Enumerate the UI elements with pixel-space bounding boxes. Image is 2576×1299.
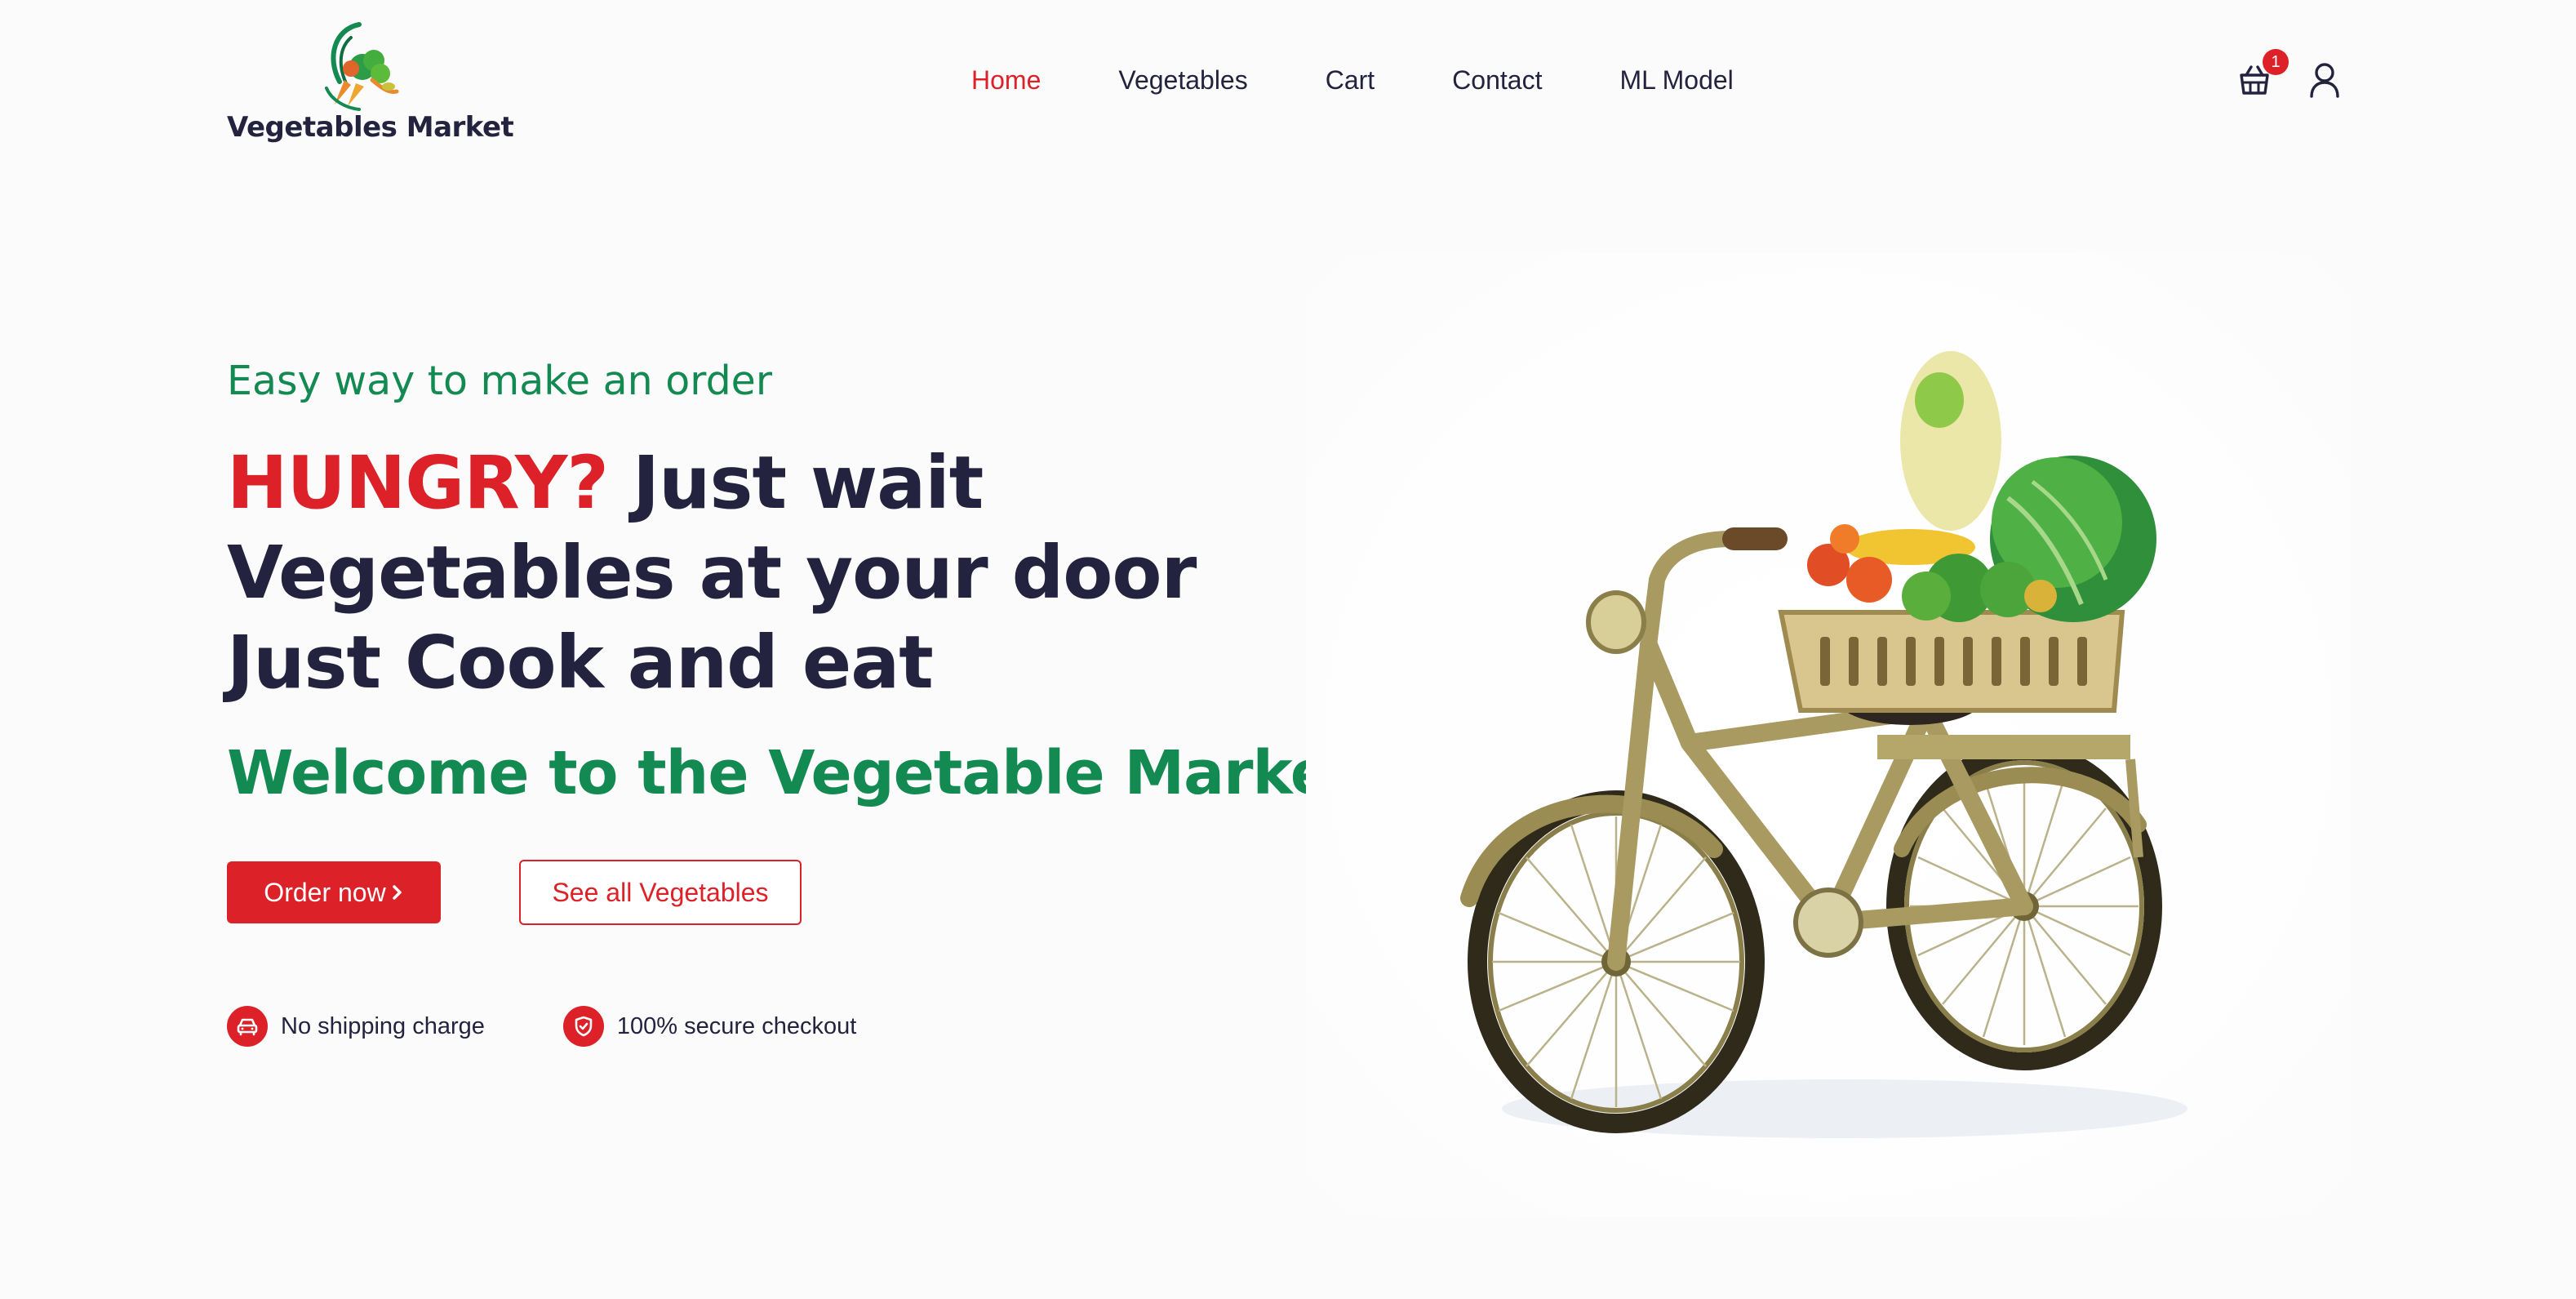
nav-item-ml-model[interactable]: ML Model bbox=[1619, 65, 1733, 96]
bicycle-with-vegetable-basket-image bbox=[1306, 253, 2351, 1217]
see-all-label: See all Vegetables bbox=[552, 877, 769, 907]
shield-check-icon bbox=[562, 1006, 604, 1047]
order-now-label: Order now bbox=[264, 877, 386, 907]
feature-label: No shipping charge bbox=[281, 1012, 485, 1039]
feature-item: No shipping charge bbox=[227, 1006, 485, 1047]
cart-button[interactable]: 1 bbox=[2235, 49, 2289, 100]
nav-item-cart[interactable]: Cart bbox=[1326, 65, 1375, 96]
nav-item-contact[interactable]: Contact bbox=[1452, 65, 1542, 96]
nav-item-home[interactable]: Home bbox=[971, 65, 1041, 96]
nav-item-vegetables[interactable]: Vegetables bbox=[1118, 65, 1247, 96]
order-now-button[interactable]: Order now bbox=[227, 861, 441, 923]
vegetables bbox=[1807, 351, 2156, 622]
user-account-button[interactable] bbox=[2307, 60, 2343, 100]
hero-headline: HUNGRY? Just wait Vegetables at your doo… bbox=[227, 438, 1288, 707]
hero-tagline: Easy way to make an order bbox=[227, 358, 772, 404]
header-actions: 1 bbox=[2235, 49, 2343, 103]
chevron-right-icon bbox=[391, 878, 404, 908]
cart-count-badge: 1 bbox=[2263, 49, 2289, 75]
brand-logo[interactable]: Vegetables Market bbox=[227, 15, 514, 153]
main-nav: Home Vegetables Cart Contact ML Model bbox=[971, 59, 1734, 101]
vegetable-logo-icon bbox=[302, 15, 408, 116]
brand-name: Vegetables Market bbox=[227, 111, 514, 144]
welcome-heading: Welcome to the Vegetable Market bbox=[227, 737, 1359, 808]
site-header: Vegetables Market Home Vegetables Cart C… bbox=[0, 0, 2576, 163]
feature-item: 100% secure checkout bbox=[562, 1006, 857, 1047]
headline-highlight: HUNGRY? bbox=[227, 439, 609, 525]
hero-text: Easy way to make an order HUNGRY? Just w… bbox=[227, 358, 1359, 808]
feature-list: No shipping charge 100% secure checkout bbox=[227, 1006, 856, 1047]
hero-buttons: Order now See all Vegetables bbox=[227, 860, 802, 925]
car-icon bbox=[227, 1006, 268, 1047]
basket bbox=[1778, 610, 2125, 713]
feature-label: 100% secure checkout bbox=[616, 1012, 857, 1039]
user-icon bbox=[2310, 63, 2339, 98]
see-all-vegetables-button[interactable]: See all Vegetables bbox=[519, 860, 802, 925]
